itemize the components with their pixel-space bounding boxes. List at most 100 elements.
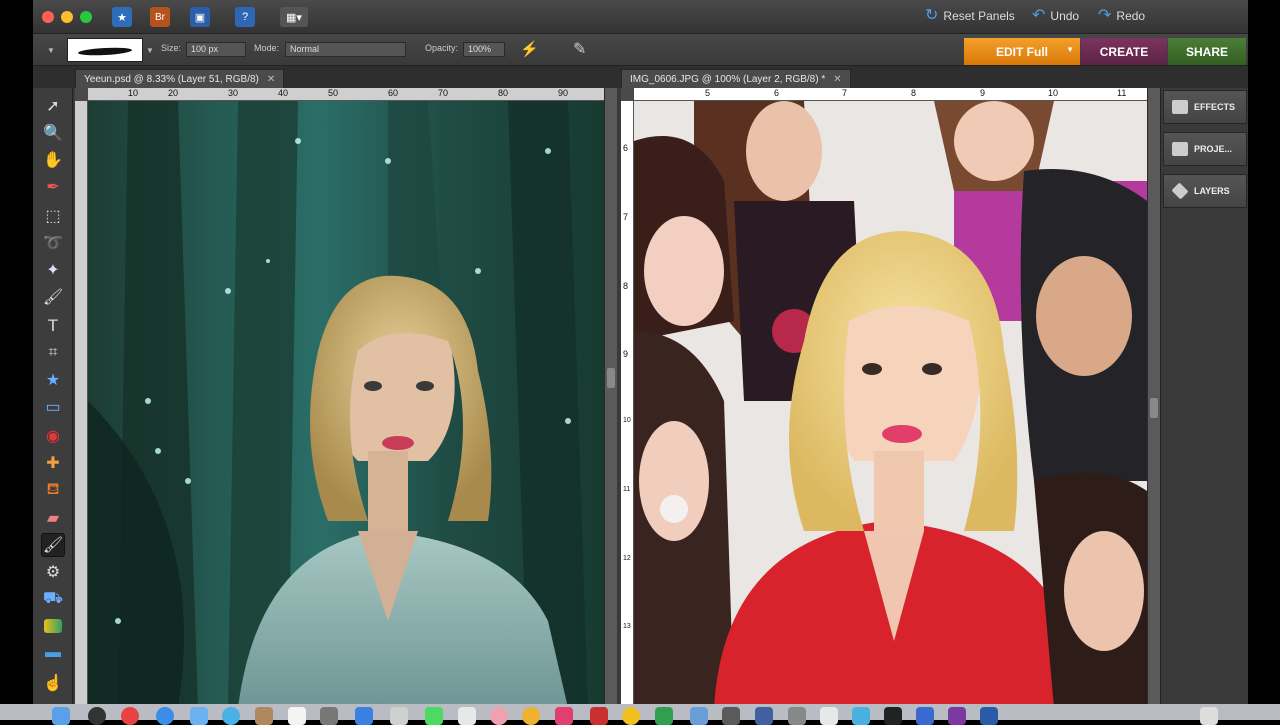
app-icon[interactable]	[690, 707, 708, 725]
app-icon[interactable]	[458, 707, 476, 725]
document-tabs: Yeeun.psd @ 8.33% (Layer 51, RGB/8) ✕ IMG…	[33, 66, 1248, 88]
app-icon[interactable]	[355, 707, 373, 725]
paint-bucket-tool-icon[interactable]: ⛟	[41, 587, 65, 611]
close-tab-icon[interactable]: ✕	[267, 74, 275, 85]
bridge-icon[interactable]: Br	[150, 7, 170, 27]
app-icon[interactable]	[222, 707, 240, 725]
effects-label: EFFECTS	[1194, 102, 1236, 112]
layers-label: LAYERS	[1194, 186, 1230, 196]
messages-icon[interactable]	[425, 707, 443, 725]
cookie-cutter-tool-icon[interactable]: ★	[41, 368, 65, 392]
calendar-icon[interactable]	[288, 707, 306, 725]
app-icon[interactable]	[320, 707, 338, 725]
app-icon[interactable]	[255, 707, 273, 725]
app-icon[interactable]	[121, 707, 139, 725]
close-window-button[interactable]	[42, 11, 54, 23]
brush-preview[interactable]	[67, 38, 143, 62]
shape-tool-icon[interactable]: ▬	[41, 641, 65, 665]
project-bin-panel-button[interactable]: PROJE...	[1163, 132, 1247, 166]
hand-tool-icon[interactable]: ✋	[41, 148, 65, 172]
reset-panels-button[interactable]: ↻ Reset Panels	[925, 8, 1015, 24]
tab-img0606[interactable]: IMG_0606.JPG @ 100% (Layer 2, RGB/8) * ✕	[621, 69, 851, 88]
straighten-tool-icon[interactable]: ▭	[41, 395, 65, 419]
eyedropper-tool-icon[interactable]: ✒	[41, 175, 65, 199]
app-icon[interactable]	[852, 707, 870, 725]
gradient-tool-icon[interactable]	[44, 619, 62, 633]
size-label: Size:	[161, 43, 182, 53]
app-icon[interactable]	[916, 707, 934, 725]
app-icon[interactable]	[622, 707, 640, 725]
share-button[interactable]: SHARE	[1168, 38, 1246, 65]
app-icon[interactable]	[788, 707, 806, 725]
close-tab-icon[interactable]: ✕	[833, 74, 841, 85]
arrange-documents-icon[interactable]: ▦▾	[280, 7, 308, 27]
app-icon[interactable]	[190, 707, 208, 725]
smudge-tool-icon[interactable]: ☝	[41, 671, 65, 695]
lasso-tool-icon[interactable]: ➰	[41, 231, 65, 255]
zoom-window-button[interactable]	[80, 11, 92, 23]
canvas-painting[interactable]	[88, 101, 604, 708]
new-file-icon[interactable]: ★	[112, 7, 132, 27]
tab-yeeun[interactable]: Yeeun.psd @ 8.33% (Layer 51, RGB/8) ✕	[75, 69, 285, 88]
size-field[interactable]: 100 px	[186, 42, 246, 57]
tool-preset-dropdown[interactable]: ▼	[47, 46, 55, 55]
app-icon[interactable]	[555, 707, 573, 725]
type-tool-icon[interactable]: T	[41, 314, 65, 338]
minimize-window-button[interactable]	[61, 11, 73, 23]
app-icon[interactable]	[820, 707, 838, 725]
app-icon[interactable]	[755, 707, 773, 725]
vertical-scrollbar[interactable]	[1147, 88, 1160, 708]
effects-panel-button[interactable]: EFFECTS	[1163, 90, 1247, 124]
app-icon[interactable]	[490, 707, 508, 725]
marquee-tool-icon[interactable]: ⬚	[41, 204, 65, 228]
ruler-tick: 11	[1117, 88, 1127, 98]
redo-button[interactable]: ↷ Redo	[1098, 7, 1146, 24]
scroll-thumb[interactable]	[607, 368, 615, 388]
safari-icon[interactable]	[156, 707, 174, 725]
save-icon[interactable]: ▣	[190, 7, 210, 27]
app-icon[interactable]	[722, 707, 740, 725]
ruler-tick: 8	[623, 281, 629, 291]
brush-tool-icon[interactable]: 🖌	[41, 533, 65, 557]
airbrush-icon[interactable]: ⚡	[520, 40, 539, 58]
launchpad-icon[interactable]	[88, 707, 106, 725]
vertical-scrollbar[interactable]	[604, 88, 617, 708]
app-icon[interactable]	[522, 707, 540, 725]
app-icon[interactable]	[980, 707, 998, 725]
undo-button[interactable]: ↶ Undo	[1032, 8, 1079, 24]
layers-panel-button[interactable]: LAYERS	[1163, 174, 1247, 208]
opacity-field[interactable]: 100%	[463, 42, 505, 57]
eraser-tool-icon[interactable]: ▰	[41, 506, 65, 530]
scroll-thumb[interactable]	[1150, 398, 1158, 418]
clone-stamp-tool-icon[interactable]: ⛾	[41, 478, 65, 502]
app-icon[interactable]	[948, 707, 966, 725]
brush-picker-arrow[interactable]: ▼	[146, 46, 154, 55]
quick-selection-tool-icon[interactable]: 🖌	[41, 285, 65, 309]
zoom-tool-icon[interactable]: 🔍	[41, 121, 65, 145]
brush-settings-icon[interactable]: ✎	[573, 39, 586, 59]
trash-icon[interactable]	[1200, 707, 1218, 725]
app-icon[interactable]	[590, 707, 608, 725]
edit-full-button[interactable]: EDIT Full ▼	[964, 38, 1080, 65]
redo-label: Redo	[1116, 9, 1146, 23]
ruler-tick: 5	[705, 88, 711, 98]
magic-wand-tool-icon[interactable]: ✦	[41, 258, 65, 282]
redo-icon: ↷	[1098, 7, 1112, 24]
canvas-photo[interactable]	[634, 101, 1147, 708]
vertical-ruler: 6 7 8 9 10 11 12 13	[621, 101, 634, 708]
healing-brush-tool-icon[interactable]: ✚	[41, 451, 65, 475]
finder-icon[interactable]	[52, 707, 70, 725]
move-tool-icon[interactable]: ➚	[41, 94, 65, 118]
app-icon[interactable]	[390, 707, 408, 725]
smart-brush-tool-icon[interactable]: ⚙	[41, 560, 65, 584]
app-icon[interactable]	[655, 707, 673, 725]
application-bar: ★ Br ▣ ? ▦▾ ↻ Reset Panels ↶ Undo ↷ Redo	[33, 0, 1248, 34]
create-button[interactable]: CREATE	[1081, 38, 1167, 65]
red-eye-tool-icon[interactable]: ◉	[41, 424, 65, 448]
ruler-tick: 90	[558, 88, 569, 98]
mode-select[interactable]: Normal	[285, 42, 406, 57]
app-icon[interactable]	[884, 707, 902, 725]
crop-tool-icon[interactable]: ⌗	[41, 341, 65, 365]
help-icon[interactable]: ?	[235, 7, 255, 27]
opacity-label: Opacity:	[425, 43, 459, 53]
